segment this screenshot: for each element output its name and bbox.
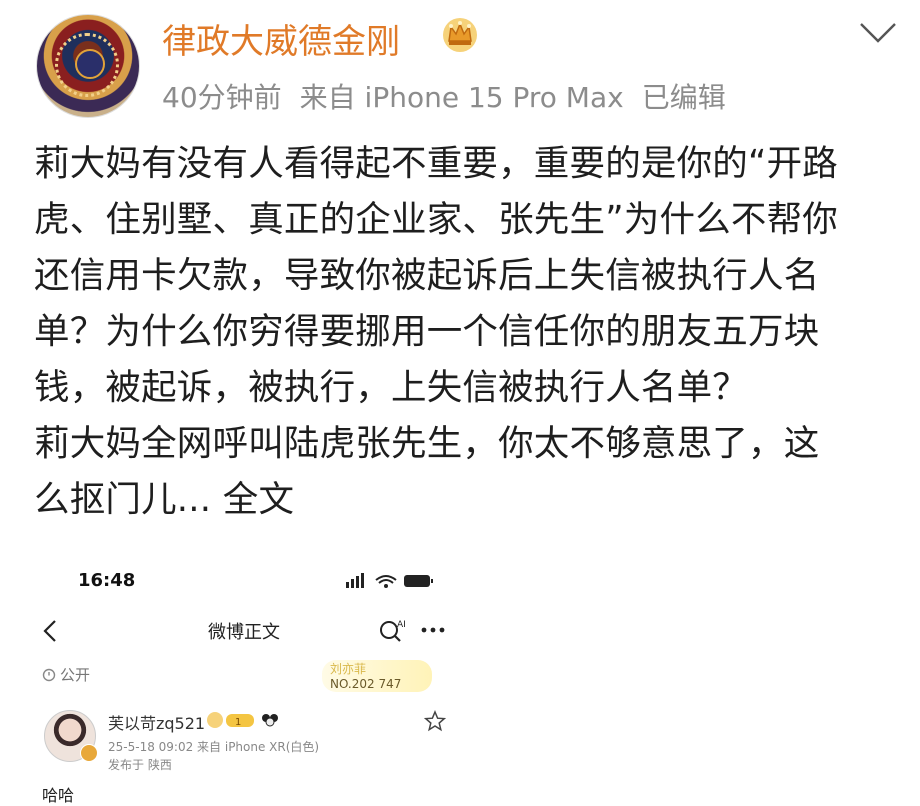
stamp-number: NO.202 747 <box>330 677 402 691</box>
visibility-icon <box>42 668 56 682</box>
body-line: 虎、住别墅、真正的企业家、张先生”为什么不帮你 <box>34 199 838 240</box>
post-time: 40分钟前 <box>162 81 282 114</box>
nav-title: 微博正文 <box>208 622 280 643</box>
author-avatar[interactable] <box>36 14 140 118</box>
body-last-line: 么抠门儿... 全文 <box>34 472 894 528</box>
post-source: 来自 iPhone 15 Pro Max <box>299 81 624 114</box>
embedded-author-name[interactable]: 芙以苛zq521 <box>108 710 205 734</box>
body-line: 单？为什么你穷得要挪用一个信任你的朋友五万块 <box>34 311 820 352</box>
svg-text:1: 1 <box>235 717 241 728</box>
embedded-post-location: 发布于 陕西 <box>108 758 172 772</box>
embedded-post-text: 哈哈 <box>42 786 75 805</box>
post-header: 律政大威德金刚 40分钟前 来自 iPhone 15 Pro Max 已编辑 <box>0 0 920 130</box>
search-ai-icon[interactable]: AI <box>378 616 408 644</box>
post-body: 莉大妈有没有人看得起不重要，重要的是你的“开路 虎、住别墅、真正的企业家、张先生… <box>34 136 894 528</box>
visibility-text: 公开 <box>60 666 91 684</box>
member-badges-icon: 1 <box>207 712 278 728</box>
status-bar-time: 16:48 <box>78 570 136 591</box>
body-line: 么抠门儿... <box>34 479 212 520</box>
full-text-link[interactable]: 全文 <box>223 479 294 520</box>
body-line: 莉大妈有没有人看得起不重要，重要的是你的“开路 <box>34 143 838 184</box>
collection-stamp: 刘亦菲 NO.202 747 <box>322 660 432 692</box>
post-meta: 40分钟前 来自 iPhone 15 Pro Max 已编辑 <box>162 76 744 116</box>
body-line: 钱，被起诉，被执行，上失信被执行人名单？ <box>34 367 749 408</box>
avatar-face <box>75 49 105 79</box>
author-name[interactable]: 律政大威德金刚 <box>162 14 400 63</box>
embedded-screenshot[interactable]: 16:48 微博正文 AI 公开 刘亦菲 NO.202 747 芙以苛zq521… <box>0 560 920 805</box>
back-arrow-icon[interactable] <box>40 618 62 644</box>
embedded-post-meta: 25-5-18 09:02 来自 iPhone XR(白色) <box>108 740 320 754</box>
post-edited[interactable]: 已编辑 <box>642 81 726 114</box>
chevron-down-icon[interactable] <box>858 20 898 46</box>
svg-text:AI: AI <box>397 620 406 630</box>
more-icon[interactable] <box>418 616 448 644</box>
body-line: 还信用卡欠款，导致你被起诉后上失信被执行人名 <box>34 255 820 296</box>
stamp-name: 刘亦菲 <box>330 662 367 676</box>
status-bar-icons <box>346 573 433 588</box>
verified-badge-icon <box>80 744 98 762</box>
crown-icon <box>443 18 477 52</box>
body-line: 莉大妈全网呼叫陆虎张先生，你太不够意思了，这 <box>34 423 820 464</box>
visibility-label: 公开 <box>42 664 90 685</box>
favorite-star-icon[interactable] <box>424 710 446 732</box>
